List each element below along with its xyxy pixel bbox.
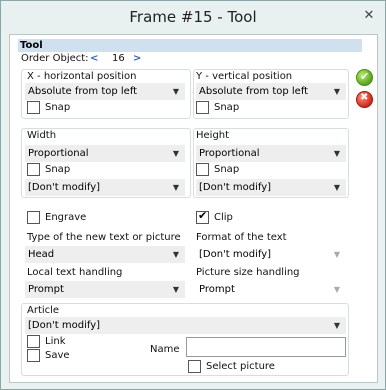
clip-label: Clip xyxy=(214,212,233,223)
order-object-value: 16 xyxy=(112,53,125,64)
name-input[interactable] xyxy=(186,337,346,357)
x-snap-checkbox[interactable] xyxy=(27,101,40,114)
picture-size-select[interactable]: Prompt ▼ xyxy=(196,281,346,298)
tool-window: Frame #15 - Tool ✕ Tool Order Object: < … xyxy=(0,0,386,390)
chevron-down-icon: ▼ xyxy=(172,183,179,192)
chevron-down-icon: ▼ xyxy=(172,285,179,294)
format-text-label: Format of the text xyxy=(196,232,287,243)
local-text-select[interactable]: Prompt ▼ xyxy=(25,281,185,298)
engrave-label: Engrave xyxy=(45,212,87,223)
chevron-down-icon: ▼ xyxy=(333,321,340,330)
height-snap-label: Snap xyxy=(214,164,240,175)
width-snap-checkbox[interactable] xyxy=(27,163,40,176)
type-new-value: Head xyxy=(28,249,55,260)
section-header: Tool xyxy=(18,39,362,52)
chevron-down-icon: ▼ xyxy=(333,183,340,192)
y-position-value: Absolute from top left xyxy=(199,86,309,97)
name-label: Name xyxy=(150,344,180,355)
width-modify-value: [Don't modify] xyxy=(28,182,101,193)
x-position-select[interactable]: Absolute from top left ▼ xyxy=(25,83,185,100)
local-text-value: Prompt xyxy=(28,284,64,295)
close-icon[interactable]: ✕ xyxy=(359,7,379,25)
width-snap-label: Snap xyxy=(45,164,71,175)
height-modify-select[interactable]: [Don't modify] ▼ xyxy=(196,179,346,196)
link-label: Link xyxy=(45,336,66,347)
height-value: Proportional xyxy=(199,148,260,159)
width-label: Width xyxy=(27,130,57,141)
article-label: Article xyxy=(27,305,60,316)
order-prev-button[interactable]: < xyxy=(90,53,98,64)
chevron-down-icon: ▼ xyxy=(333,87,340,96)
width-modify-select[interactable]: [Don't modify] ▼ xyxy=(25,179,185,196)
picture-size-value: Prompt xyxy=(199,284,235,295)
y-position-select[interactable]: Absolute from top left ▼ xyxy=(196,83,346,100)
height-snap-checkbox[interactable] xyxy=(196,163,209,176)
width-select[interactable]: Proportional ▼ xyxy=(25,145,185,162)
y-snap-label: Snap xyxy=(214,102,240,113)
height-select[interactable]: Proportional ▼ xyxy=(196,145,346,162)
x-position-value: Absolute from top left xyxy=(28,86,138,97)
order-object-label: Order Object: xyxy=(21,53,89,64)
ok-check-icon[interactable] xyxy=(356,69,373,86)
chevron-down-icon: ▼ xyxy=(172,250,179,259)
chevron-down-icon: ▼ xyxy=(333,149,340,158)
x-position-label: X - horizontal position xyxy=(27,71,137,82)
chevron-down-icon: ▼ xyxy=(333,285,340,294)
height-modify-value: [Don't modify] xyxy=(199,182,272,193)
engrave-checkbox[interactable] xyxy=(27,211,40,224)
select-picture-label: Select picture xyxy=(206,361,275,372)
link-checkbox[interactable] xyxy=(27,335,40,348)
article-select[interactable]: [Don't modify] ▼ xyxy=(25,317,346,334)
save-checkbox[interactable] xyxy=(27,349,40,362)
cancel-x-icon[interactable] xyxy=(356,91,373,108)
article-value: [Don't modify] xyxy=(28,320,101,331)
height-label: Height xyxy=(196,130,230,141)
y-snap-checkbox[interactable] xyxy=(196,101,209,114)
y-position-label: Y - vertical position xyxy=(196,71,293,82)
save-label: Save xyxy=(45,350,70,361)
width-value: Proportional xyxy=(28,148,89,159)
local-text-label: Local text handling xyxy=(27,267,123,278)
x-snap-label: Snap xyxy=(45,102,71,113)
title-bar[interactable]: Frame #15 - Tool ✕ xyxy=(1,1,385,33)
clip-checkbox[interactable] xyxy=(196,209,209,224)
chevron-down-icon: ▼ xyxy=(333,250,340,259)
chevron-down-icon: ▼ xyxy=(172,149,179,158)
select-picture-checkbox[interactable] xyxy=(188,360,201,373)
format-text-value: [Don't modify] xyxy=(199,249,272,260)
window-title: Frame #15 - Tool xyxy=(129,8,257,26)
chevron-down-icon: ▼ xyxy=(172,87,179,96)
type-new-select[interactable]: Head ▼ xyxy=(25,246,185,263)
order-next-button[interactable]: > xyxy=(133,53,141,64)
picture-size-label: Picture size handling xyxy=(196,267,300,278)
format-text-select[interactable]: [Don't modify] ▼ xyxy=(196,246,346,263)
type-new-label: Type of the new text or picture xyxy=(27,232,181,243)
tool-panel: Tool Order Object: < 16 > X - horizontal… xyxy=(9,34,378,383)
